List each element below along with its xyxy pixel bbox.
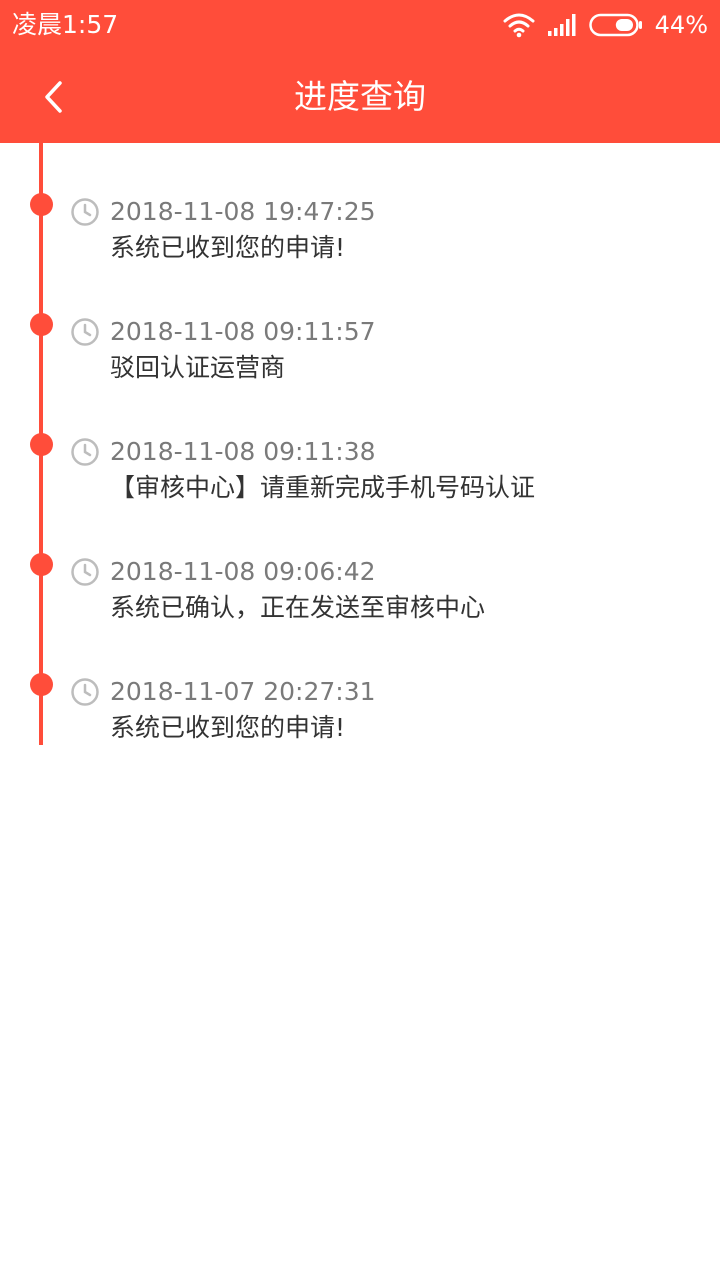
app-header: 凌晨1:57 44% 进度查询 <box>0 0 720 143</box>
status-bar: 凌晨1:57 44% <box>0 0 720 50</box>
timeline-item: 2018-11-08 09:06:42 系统已确认，正在发送至审核中心 <box>0 503 720 622</box>
back-button[interactable] <box>26 70 80 124</box>
timeline-item: 2018-11-07 20:27:31 系统已收到您的申请! <box>0 623 720 742</box>
item-text: 驳回认证运营商 <box>110 353 286 382</box>
battery-percent: 44% <box>654 11 708 39</box>
clock-icon <box>71 678 99 706</box>
item-time: 2018-11-08 09:11:38 <box>110 437 376 466</box>
status-time: 凌晨1:57 <box>12 10 119 39</box>
timeline-dot <box>30 313 53 336</box>
clock-icon <box>71 558 99 586</box>
page-title: 进度查询 <box>294 77 426 116</box>
item-text: 系统已收到您的申请! <box>110 713 346 742</box>
item-time: 2018-11-07 20:27:31 <box>110 677 376 706</box>
item-time: 2018-11-08 09:11:57 <box>110 317 376 346</box>
clock-icon <box>71 198 99 226</box>
signal-icon <box>547 14 576 36</box>
item-text: 系统已收到您的申请! <box>110 233 346 262</box>
status-icons: 44% <box>503 10 708 40</box>
timeline-dot <box>30 553 53 576</box>
battery-icon <box>588 13 642 37</box>
item-time: 2018-11-08 09:06:42 <box>110 557 376 586</box>
item-text: 系统已确认，正在发送至审核中心 <box>110 593 486 622</box>
timeline-item: 2018-11-08 09:11:38 【审核中心】请重新完成手机号码认证 <box>0 383 720 502</box>
timeline-dot <box>30 433 53 456</box>
timeline-dot <box>30 673 53 696</box>
item-time: 2018-11-08 19:47:25 <box>110 197 376 226</box>
timeline-dot <box>30 193 53 216</box>
timeline-item: 2018-11-08 09:11:57 驳回认证运营商 <box>0 263 720 382</box>
clock-icon <box>71 438 99 466</box>
clock-icon <box>71 318 99 346</box>
chevron-left-icon <box>45 81 62 113</box>
nav-bar: 进度查询 <box>0 50 720 143</box>
wifi-icon <box>503 13 535 38</box>
item-text: 【审核中心】请重新完成手机号码认证 <box>110 473 536 502</box>
timeline-item: 2018-11-08 19:47:25 系统已收到您的申请! <box>0 143 720 262</box>
